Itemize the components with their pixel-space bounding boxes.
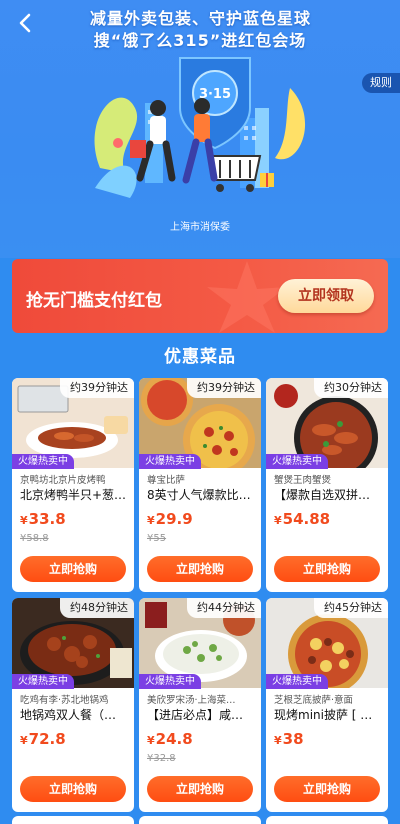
price-value: 33.8 xyxy=(28,510,66,528)
delivery-eta-badge: 约39分钟达 xyxy=(187,378,261,398)
currency-symbol: ¥ xyxy=(147,734,155,747)
section-title: 优惠菜品 xyxy=(164,347,236,367)
dish-name: 北京烤鸭半只+葱… xyxy=(20,488,127,502)
dish-name: 【爆款自选双拼… xyxy=(274,488,371,502)
hot-sale-tag: 火爆热卖中 xyxy=(266,674,328,689)
shop-name: 芝根芝底披萨·意面 xyxy=(274,695,354,706)
hot-sale-tag: 火爆热卖中 xyxy=(139,454,201,469)
price-value: 29.9 xyxy=(155,510,193,528)
delivery-eta-badge: 约30分钟达 xyxy=(314,378,388,398)
delivery-eta-badge: 约45分钟达 xyxy=(314,598,388,618)
page: 减量外卖包装、守护蓝色星球 搜“饿了么315”进红包会场 规则 3·15 上海市… xyxy=(0,0,400,824)
sale-price: ¥33.8 xyxy=(20,510,66,528)
product-card[interactable]: 约45分钟达火爆热卖中芝根芝底披萨·意面现烤mini披萨 [ … ¥38 立即抢购 xyxy=(266,598,388,812)
shop-name: 吃鸡有李·苏北地锅鸡 xyxy=(20,695,109,706)
original-price: ¥58.8 xyxy=(20,533,49,544)
currency-symbol: ¥ xyxy=(274,734,282,747)
original-price: ¥32.8 xyxy=(147,753,176,764)
buy-now-button[interactable]: 立即抢购 xyxy=(147,556,253,582)
product-card[interactable]: 约39分钟达火爆热卖中京鸭坊北京片皮烤鸭北京烤鸭半只+葱… ¥33.8 ¥58.8 立… xyxy=(12,378,134,592)
delivery-eta-badge: 约39分钟达 xyxy=(60,378,134,398)
price-value: 24.8 xyxy=(155,730,193,748)
shopping-illustration: 3·15 xyxy=(94,57,306,198)
price-value: 38 xyxy=(282,730,304,748)
hot-sale-tag: 火爆热卖中 xyxy=(12,454,74,469)
back-button[interactable] xyxy=(10,8,40,38)
hero-headline: 减量外卖包装、守护蓝色星球 搜“饿了么315”进红包会场 xyxy=(90,8,310,52)
headline-line-1: 减量外卖包装、守护蓝色星球 xyxy=(90,9,312,28)
hero-banner: 减量外卖包装、守护蓝色星球 搜“饿了么315”进红包会场 规则 3·15 上海市… xyxy=(0,0,400,258)
currency-symbol: ¥ xyxy=(274,514,282,527)
sale-price: ¥29.9 xyxy=(147,510,193,528)
dish-name: 【进店必点】咸… xyxy=(147,708,244,722)
original-price: ¥55 xyxy=(147,533,167,544)
buy-now-button[interactable]: 立即抢购 xyxy=(274,776,380,802)
currency-symbol: ¥ xyxy=(20,514,28,527)
hot-sale-tag: 火爆热卖中 xyxy=(139,674,201,689)
currency-symbol: ¥ xyxy=(147,514,155,527)
sale-price: ¥72.8 xyxy=(20,730,66,748)
sale-price: ¥38 xyxy=(274,730,304,748)
organizer-label: 上海市消保委 xyxy=(170,222,230,233)
dish-name: 8英寸人气爆款比… xyxy=(147,488,251,502)
product-card[interactable]: 约30分钟达火爆热卖中蟹煲王肉蟹煲【爆款自选双拼… ¥54.88 立即抢购 xyxy=(266,378,388,592)
buy-now-button[interactable]: 立即抢购 xyxy=(147,776,253,802)
chevron-left-icon xyxy=(19,13,31,33)
red-packet-banner[interactable]: 抢无门槛支付红包 立即领取 xyxy=(12,259,388,333)
banner-title: 抢无门槛支付红包 xyxy=(26,291,162,311)
shop-name: 美欣罗宋汤·上海菜… xyxy=(147,695,236,706)
buy-now-button[interactable]: 立即抢购 xyxy=(20,776,126,802)
next-row-card-peek xyxy=(12,816,134,824)
product-card[interactable]: 约39分钟达火爆热卖中尊宝比萨 8英寸人气爆款比… ¥29.9 ¥55 立即抢购 xyxy=(139,378,261,592)
shop-name: 尊宝比萨 xyxy=(147,475,186,486)
product-card[interactable]: 约48分钟达火爆热卖中吃鸡有李·苏北地锅鸡 地锅鸡双人餐（… ¥72.8 立即抢购 xyxy=(12,598,134,812)
currency-symbol: ¥ xyxy=(20,734,28,747)
sale-price: ¥24.8 xyxy=(147,730,193,748)
price-value: 72.8 xyxy=(28,730,66,748)
hot-sale-tag: 火爆热卖中 xyxy=(12,674,74,689)
next-row-card-peek xyxy=(266,816,388,824)
sale-price: ¥54.88 xyxy=(274,510,330,528)
delivery-eta-badge: 约48分钟达 xyxy=(60,598,134,618)
buy-now-button[interactable]: 立即抢购 xyxy=(20,556,126,582)
buy-now-button[interactable]: 立即抢购 xyxy=(274,556,380,582)
hot-sale-tag: 火爆热卖中 xyxy=(266,454,328,469)
rules-button[interactable]: 规则 xyxy=(362,73,400,93)
product-card[interactable]: 约44分钟达火爆热卖中美欣罗宋汤·上海菜… 【进店必点】咸… ¥24.8 ¥32.8 立… xyxy=(139,598,261,812)
claim-red-packet-button[interactable]: 立即领取 xyxy=(278,279,374,313)
next-row-card-peek xyxy=(139,816,261,824)
shop-name: 京鸭坊北京片皮烤鸭 xyxy=(20,475,106,486)
delivery-eta-badge: 约44分钟达 xyxy=(187,598,261,618)
dish-name: 地锅鸡双人餐（… xyxy=(20,708,117,722)
price-value: 54.88 xyxy=(282,510,331,528)
shop-name: 蟹煲王肉蟹煲 xyxy=(274,475,332,486)
dish-name: 现烤mini披萨 [ … xyxy=(274,708,373,722)
